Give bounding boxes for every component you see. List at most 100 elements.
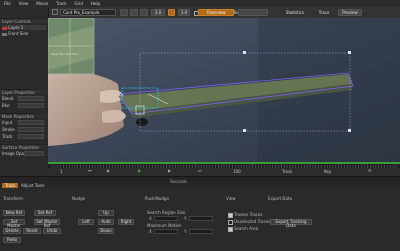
blend-label: Blend (2, 96, 14, 101)
track-mode-button[interactable] (168, 9, 175, 16)
tool-c-button[interactable] (140, 9, 148, 16)
viewer-canvas (48, 18, 400, 162)
magnifier-label: Magnifier Window (51, 52, 78, 56)
overview-label: Overview (206, 10, 226, 15)
input-label: Input (2, 120, 13, 125)
clip-size-field[interactable]: 3.0 (151, 9, 165, 16)
track-button[interactable]: Track (282, 169, 292, 174)
zoom-value: 3.0 (180, 10, 188, 15)
dock-tab-bar (0, 183, 400, 188)
push-nudge-title: Push/Nudge (145, 196, 169, 201)
stroke-field[interactable] (18, 127, 44, 132)
clip-viewer[interactable]: Magnifier Window (48, 18, 400, 162)
layer-1-label: Layer 1 (8, 25, 24, 30)
reset-button[interactable]: Reset (23, 228, 41, 234)
menu-help[interactable]: Help (87, 1, 104, 6)
blur-label: Blur (2, 103, 11, 108)
clip-icon (52, 9, 58, 16)
tracker-traces-label: Tracker Traces (234, 212, 263, 217)
search-y-field[interactable] (189, 216, 213, 221)
layer-item-1[interactable]: Layer 1 (2, 25, 46, 30)
image-opacity-field[interactable] (24, 151, 44, 156)
overview-tab[interactable]: Overview (198, 9, 234, 16)
nudge-left-button[interactable]: Left (78, 219, 94, 225)
delete-button[interactable]: Delete (3, 228, 21, 234)
search-area-option[interactable]: Search Area (228, 226, 258, 232)
motion-y-field[interactable] (189, 229, 213, 234)
nudge-down-button[interactable]: Down (98, 228, 114, 234)
nudge-right-button[interactable]: Right (118, 219, 134, 225)
clip-selector[interactable]: Card Pro_Example (60, 9, 116, 16)
layer-controls-panel: Layer Controls Layer 1 Front Side Layer … (0, 7, 49, 187)
zoom-field[interactable]: 3.0 (178, 9, 190, 16)
new-ref-button[interactable]: New Ref (3, 210, 25, 216)
menu-movie[interactable]: Movie (32, 1, 52, 6)
unselected-traces-label: Unselected Traces (234, 219, 271, 224)
tool-a-button[interactable] (120, 9, 128, 16)
export-data-title: Export Data (268, 196, 292, 201)
set-master-button[interactable]: Set Master (3, 219, 25, 228)
trace-tab[interactable]: Trace (316, 9, 332, 16)
track-panel: Track Adjust Tools Transform New Ref Set… (0, 183, 400, 251)
key-button[interactable]: Key (324, 169, 331, 174)
clip-size-value: 3.0 (154, 10, 162, 15)
set-master-ref-button[interactable]: Set Master Ref (34, 219, 60, 228)
transform-handle[interactable] (243, 129, 246, 132)
track-label: Track (2, 134, 13, 139)
mask-properties-header[interactable]: Mask Properties (0, 113, 48, 119)
surface-properties-header[interactable]: Surface Properties (0, 144, 48, 150)
track-field[interactable] (18, 134, 44, 139)
transform-handle[interactable] (348, 129, 351, 132)
menu-bar: File View Movie Track Grid Help (0, 0, 400, 7)
layer-controls-title: Layer Controls (0, 18, 48, 24)
tab-track[interactable]: Track (2, 183, 19, 188)
blend-field[interactable] (18, 96, 44, 101)
preview-button[interactable]: Preview (338, 9, 362, 16)
menu-grid[interactable]: Grid (71, 1, 87, 6)
step-forward-icon[interactable]: ▶ (168, 168, 171, 173)
transform-title: Transform (3, 196, 23, 201)
layer-2-label: Front Side (8, 31, 29, 36)
undo-button[interactable]: Undo (43, 228, 61, 234)
motion-x-field[interactable] (154, 229, 178, 234)
export-tracking-data-button[interactable]: Export Tracking Data (270, 219, 312, 228)
menu-file[interactable]: File (0, 1, 15, 6)
menu-track[interactable]: Track (52, 1, 70, 6)
nudge-auto-button[interactable]: Auto (98, 219, 114, 225)
stroke-label: Stroke (2, 127, 15, 132)
view-mode-button[interactable] (238, 9, 268, 16)
transform-handle[interactable] (348, 51, 351, 54)
transform-handle[interactable] (243, 51, 246, 54)
maximum-motion-label: Maximum Motion (147, 223, 182, 228)
input-field[interactable] (18, 120, 44, 125)
statistics-tab[interactable]: Statistics (284, 9, 306, 16)
step-back-icon[interactable]: ◀ (106, 168, 109, 173)
tab-adjust-tools[interactable]: Adjust Tools (18, 183, 48, 188)
unselected-traces-option[interactable]: Unselected Traces (228, 219, 270, 225)
set-ref-button[interactable]: Set Ref (34, 210, 56, 216)
nudge-up-button[interactable]: Up (98, 210, 114, 216)
trace-label: Trace (318, 10, 330, 15)
redo-button[interactable]: Redo (3, 237, 21, 243)
layer-color-swatch (2, 32, 7, 36)
tracker-traces-option[interactable]: Tracker Traces (228, 212, 262, 218)
last-frame-icon[interactable]: ⏭ (198, 168, 202, 173)
search-y-label: Y (184, 216, 187, 221)
menu-view[interactable]: View (15, 1, 33, 6)
end-frame: 100 (233, 169, 241, 174)
settings-icon[interactable]: ⚙ (368, 168, 372, 173)
search-x-label: X (149, 216, 152, 221)
search-x-field[interactable] (154, 216, 178, 221)
motion-x-label: X (149, 229, 152, 234)
layer-properties-header[interactable]: Layer Properties (0, 89, 48, 95)
layer-item-2[interactable]: Front Side (2, 31, 46, 36)
first-frame-icon[interactable]: ⏮ (88, 168, 92, 173)
tool-b-button[interactable] (130, 9, 138, 16)
blur-field[interactable] (18, 103, 44, 108)
search-area-label: Search Area (234, 226, 259, 231)
clip-name: Card Pro_Example (63, 10, 100, 15)
play-icon[interactable]: ▶ (138, 168, 141, 173)
checkbox-checked-icon (228, 226, 233, 232)
current-frame: 1 (60, 169, 63, 174)
transport-bar: 1 ⏮ ◀ ▶ ▶ ⏭ 100 Track Key ⚙ (48, 168, 400, 176)
